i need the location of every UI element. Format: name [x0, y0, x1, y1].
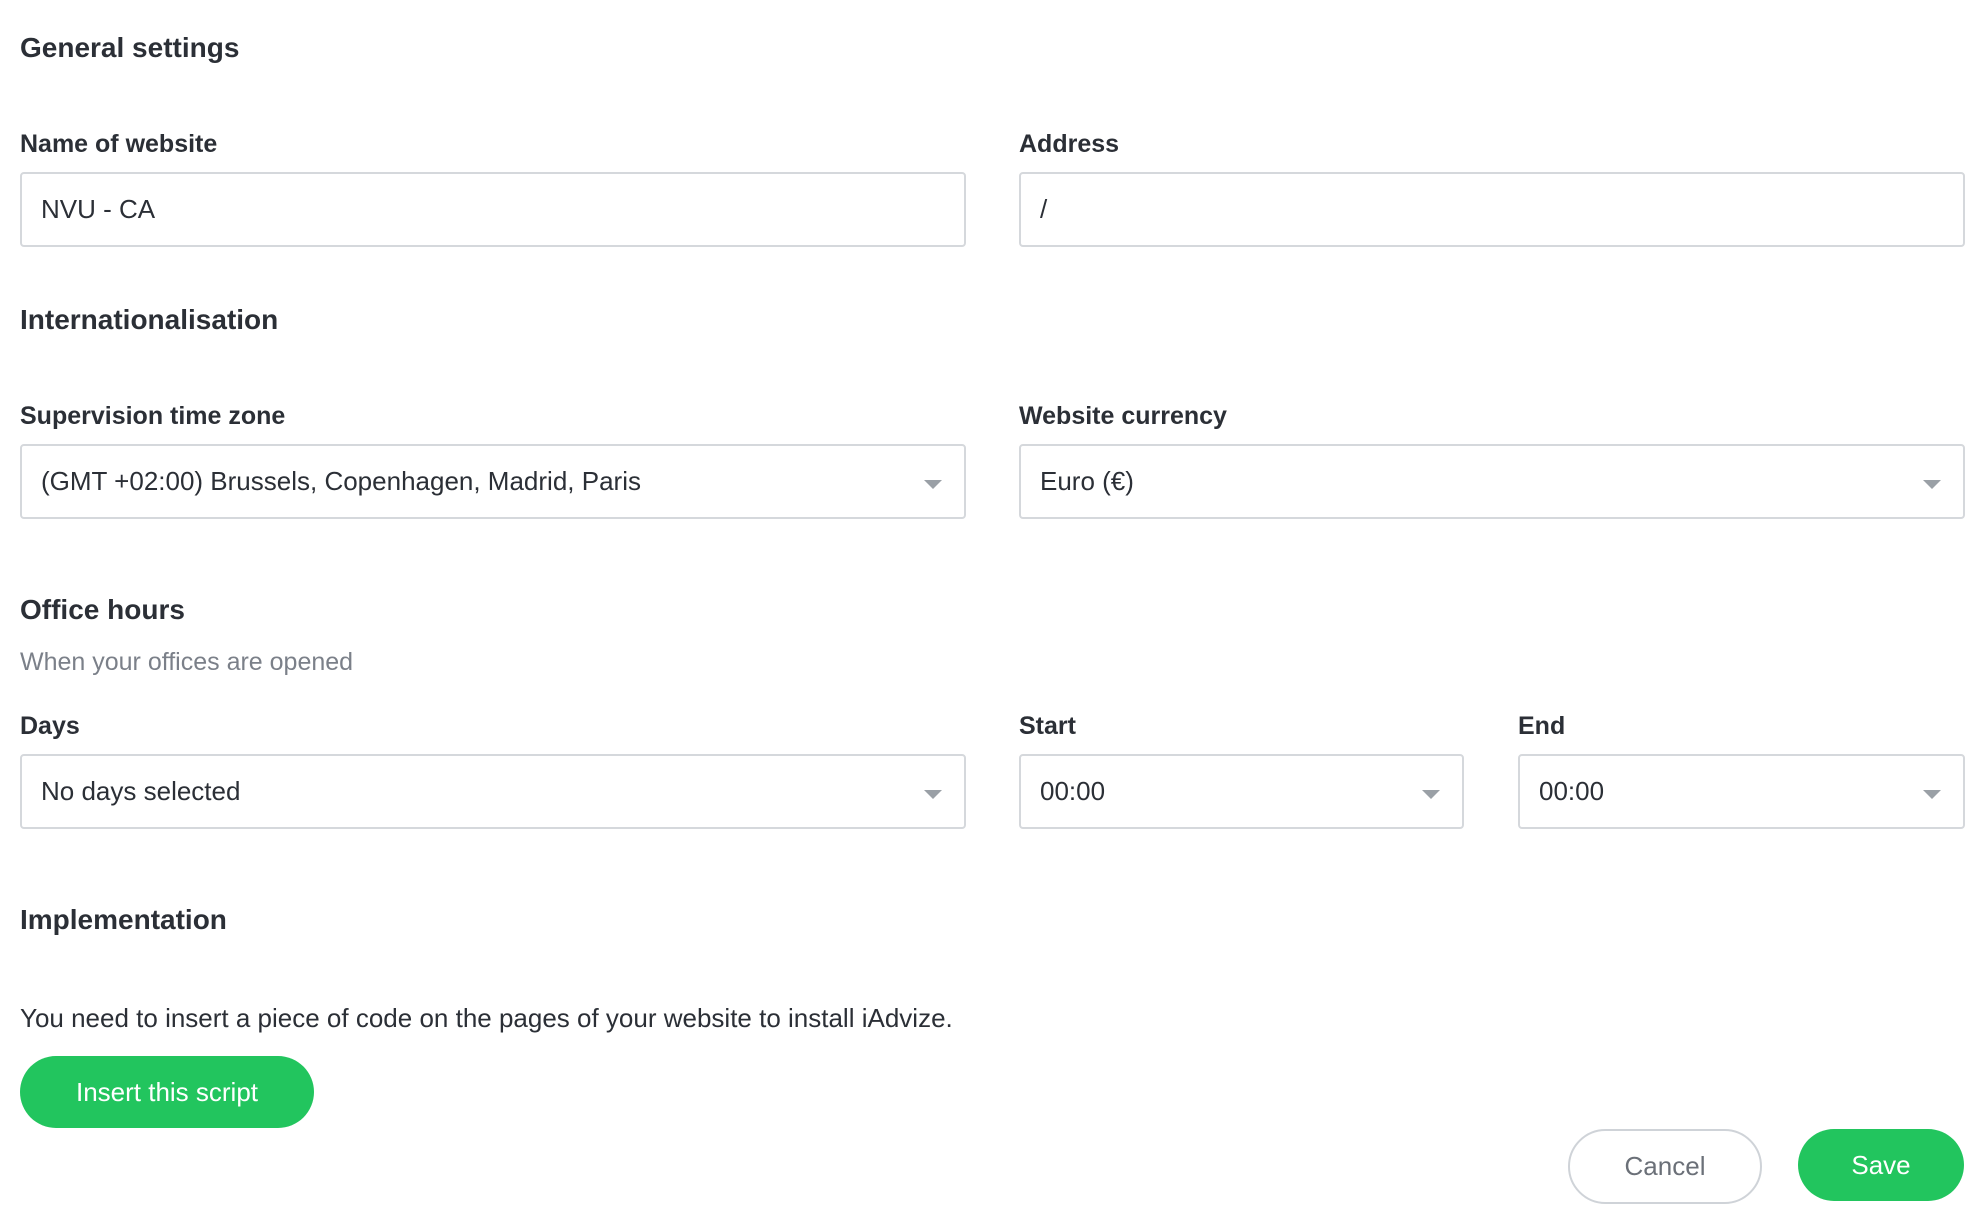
currency-value: Euro (€)	[1040, 466, 1134, 496]
timezone-value: (GMT +02:00) Brussels, Copenhagen, Madri…	[41, 466, 641, 496]
name-of-website-input[interactable]: NVU - CA	[20, 172, 966, 247]
address-value: /	[1040, 194, 1048, 224]
timezone-select[interactable]: (GMT +02:00) Brussels, Copenhagen, Madri…	[20, 444, 966, 519]
section-title-internationalisation: Internationalisation	[20, 304, 279, 335]
name-of-website-label: Name of website	[20, 130, 218, 158]
name-of-website-value: NVU - CA	[41, 194, 156, 224]
chevron-down-icon	[1923, 480, 1941, 489]
save-button[interactable]: Save	[1798, 1129, 1964, 1201]
insert-script-button[interactable]: Insert this script	[20, 1056, 314, 1128]
end-time-select[interactable]: 00:00	[1518, 754, 1965, 829]
section-title-office-hours: Office hours	[20, 594, 185, 625]
cancel-button-label: Cancel	[1624, 1151, 1706, 1181]
days-select[interactable]: No days selected	[20, 754, 966, 829]
office-hours-subtitle: When your offices are opened	[20, 648, 354, 676]
insert-script-button-label: Insert this script	[75, 1076, 259, 1107]
days-value: No days selected	[41, 776, 241, 806]
address-input[interactable]: /	[1019, 172, 1965, 247]
chevron-down-icon	[1422, 790, 1440, 799]
chevron-down-icon	[1923, 790, 1941, 799]
section-title-general: General settings	[20, 32, 240, 63]
end-time-value: 00:00	[1539, 776, 1605, 806]
days-label: Days	[20, 712, 80, 740]
currency-select[interactable]: Euro (€)	[1019, 444, 1965, 519]
section-title-implementation: Implementation	[20, 904, 227, 935]
implementation-description: You need to insert a piece of code on th…	[20, 1003, 953, 1033]
timezone-label: Supervision time zone	[20, 402, 286, 430]
currency-label: Website currency	[1019, 402, 1227, 430]
start-label: Start	[1019, 712, 1076, 740]
end-label: End	[1518, 712, 1566, 740]
start-time-value: 00:00	[1040, 776, 1106, 806]
cancel-button[interactable]: Cancel	[1568, 1129, 1762, 1204]
save-button-label: Save	[1851, 1149, 1911, 1180]
address-label: Address	[1019, 130, 1120, 158]
start-time-select[interactable]: 00:00	[1019, 754, 1464, 829]
chevron-down-icon	[924, 480, 942, 489]
chevron-down-icon	[924, 790, 942, 799]
